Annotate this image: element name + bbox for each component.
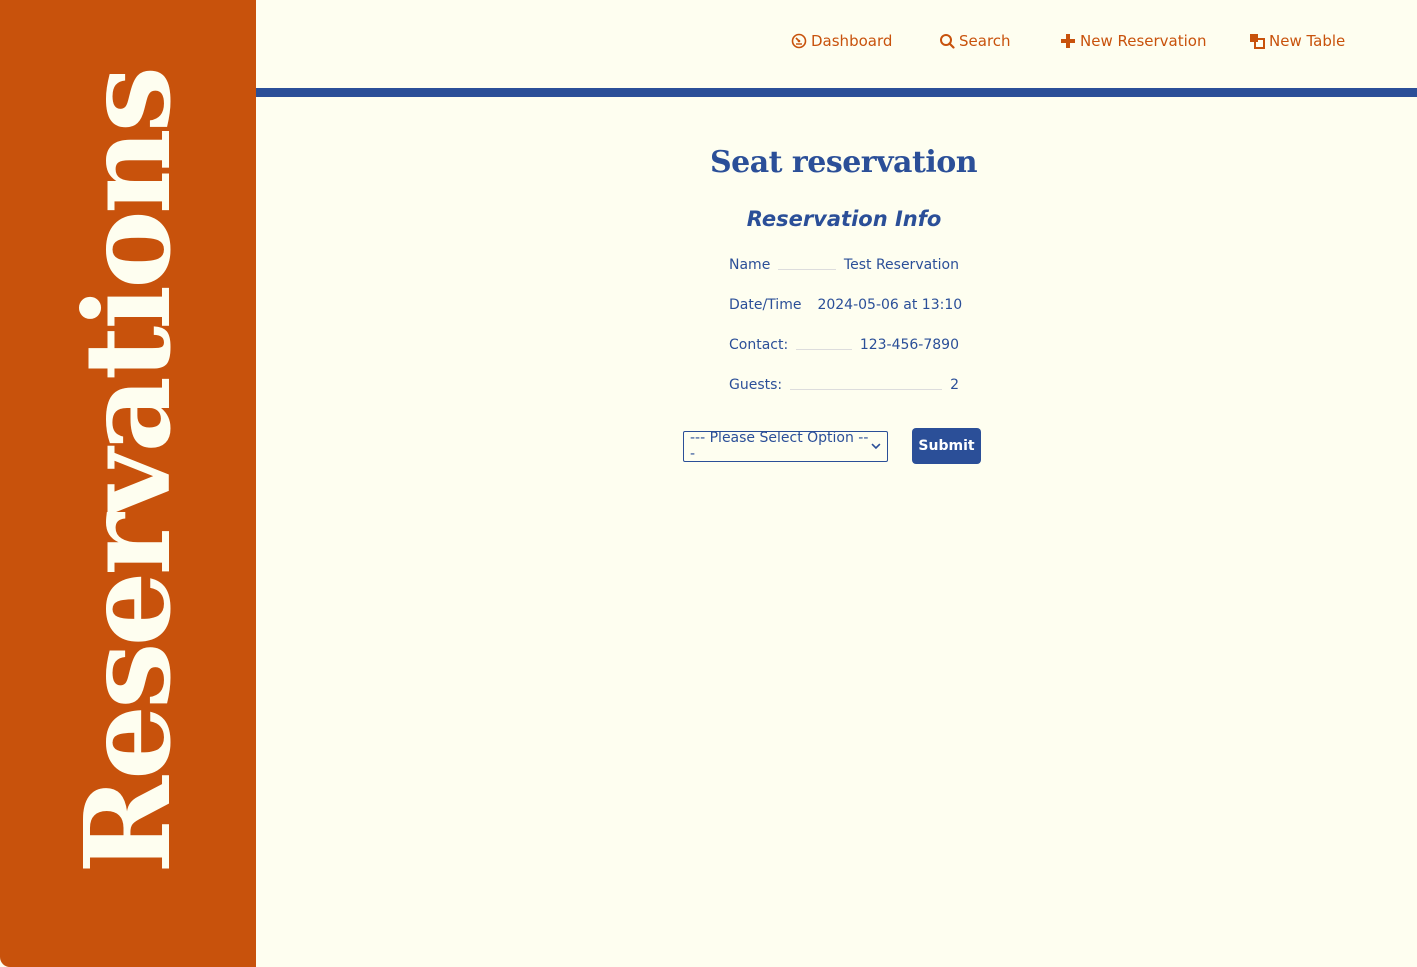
name-value: Test Reservation xyxy=(843,257,959,273)
leader-line xyxy=(796,348,852,350)
info-row-contact: Contact: 123-456-7890 xyxy=(729,325,959,365)
contact-value: 123-456-7890 xyxy=(859,337,959,353)
submit-button[interactable]: Submit xyxy=(912,428,981,464)
guests-label: Guests: xyxy=(729,377,783,393)
info-row-guests: Guests: 2 xyxy=(729,365,959,405)
nav-dashboard[interactable]: Dashboard xyxy=(791,32,892,50)
nav-new-reservation-label: New Reservation xyxy=(1080,32,1207,50)
reservation-info-heading: Reservation Info xyxy=(746,207,942,231)
nav-search[interactable]: Search xyxy=(939,32,1011,50)
info-row-datetime: Date/Time 2024-05-06 at 13:10 xyxy=(729,285,963,325)
chevron-down-icon xyxy=(871,443,881,450)
datetime-label: Date/Time xyxy=(729,297,802,313)
table-select[interactable]: --- Please Select Option --- xyxy=(683,430,888,462)
reservation-info-list: Name Test Reservation Date/Time 2024-05-… xyxy=(729,245,963,405)
page-title: Seat reservation xyxy=(709,145,978,180)
main-content: Seat reservation Reservation Info Name T… xyxy=(256,97,1417,967)
dashboard-icon xyxy=(791,33,807,49)
table-icon xyxy=(1250,34,1265,49)
contact-label: Contact: xyxy=(729,337,789,353)
sidebar: Reservations xyxy=(0,0,256,967)
nav-dashboard-label: Dashboard xyxy=(811,32,893,50)
nav-new-table[interactable]: New Table xyxy=(1249,32,1345,50)
nav-new-reservation[interactable]: New Reservation xyxy=(1060,32,1206,50)
brand-label: Periodic Tables xyxy=(618,32,746,50)
name-label: Name xyxy=(729,257,771,273)
nav-new-table-label: New Table xyxy=(1269,32,1346,50)
search-icon xyxy=(940,34,955,49)
guests-value: 2 xyxy=(950,377,959,393)
app-root: Reservations Periodic Tables Dashboard S… xyxy=(0,0,1417,967)
plus-icon xyxy=(1061,34,1075,48)
nav-search-label: Search xyxy=(959,32,1011,50)
seat-form-controls: --- Please Select Option --- Submit xyxy=(683,428,981,464)
top-nav: Periodic Tables Dashboard Search New Res… xyxy=(256,0,1417,88)
leader-line xyxy=(790,388,943,390)
leader-line xyxy=(778,268,836,270)
sidebar-title: Reservations xyxy=(58,69,197,875)
table-select-value: --- Please Select Option --- xyxy=(690,430,869,462)
datetime-value: 2024-05-06 at 13:10 xyxy=(817,297,963,313)
header-divider xyxy=(256,88,1417,97)
brand-link[interactable]: Periodic Tables xyxy=(618,32,745,50)
info-row-name: Name Test Reservation xyxy=(729,245,959,285)
